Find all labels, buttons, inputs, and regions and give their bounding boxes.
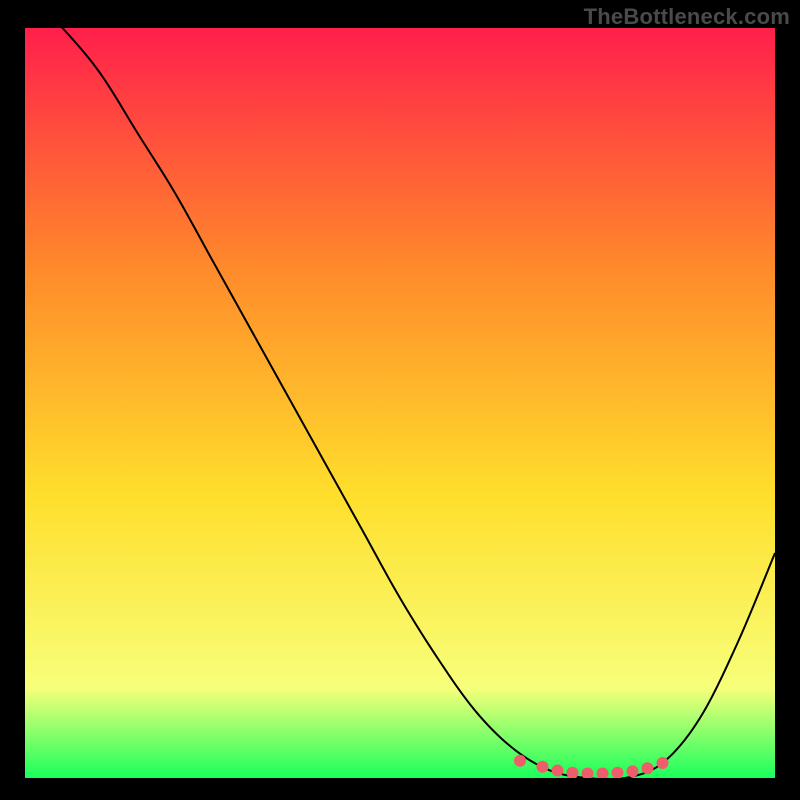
- plot-svg: [25, 28, 775, 778]
- marker-point: [582, 768, 594, 779]
- watermark-text: TheBottleneck.com: [584, 4, 790, 30]
- marker-point: [537, 761, 549, 773]
- marker-point: [514, 755, 526, 767]
- series-group: [25, 28, 775, 778]
- marker-point: [657, 757, 669, 769]
- marker-point: [567, 767, 579, 778]
- chart-container: TheBottleneck.com: [0, 0, 800, 800]
- marker-point: [552, 765, 564, 777]
- marker-point: [612, 767, 624, 778]
- marker-point: [627, 765, 639, 777]
- marker-point: [642, 762, 654, 774]
- curve-line: [25, 28, 775, 778]
- marker-point: [597, 768, 609, 779]
- plot-frame: [25, 28, 775, 778]
